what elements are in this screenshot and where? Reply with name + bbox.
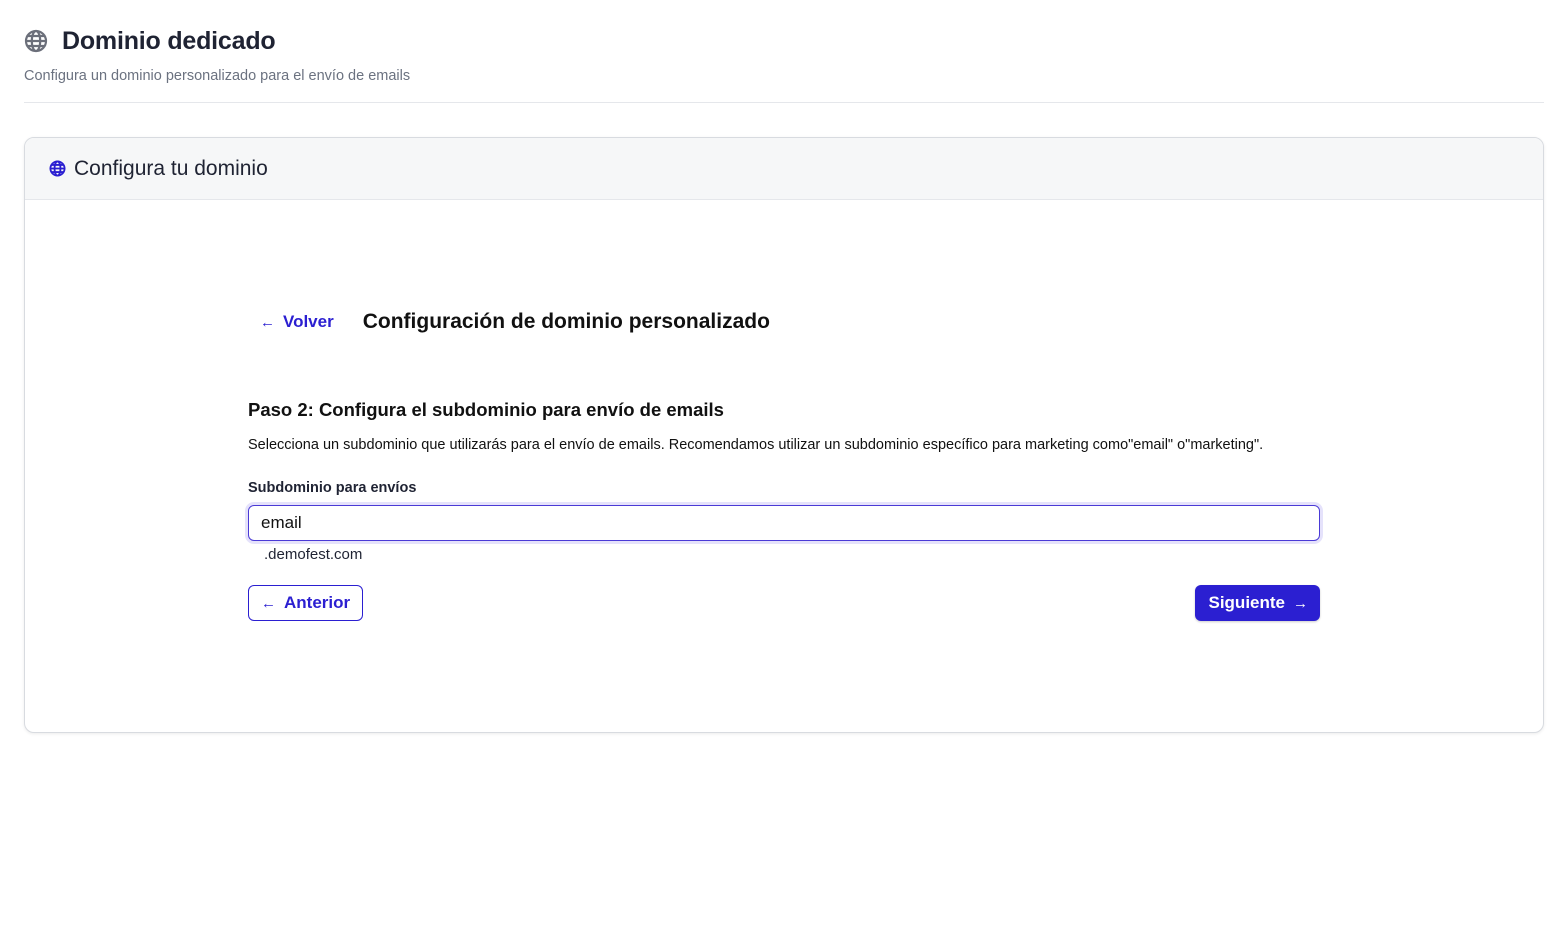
previous-button[interactable]: ← Anterior (248, 585, 364, 621)
subdomain-input-value: email (261, 513, 302, 532)
step-title: Paso 2: Configura el subdominio para env… (248, 399, 724, 420)
title-row: Dominio dedicado (24, 26, 1544, 56)
globe-icon (49, 160, 66, 177)
next-button[interactable]: Siguiente → (1195, 585, 1320, 621)
previous-label: Anterior (284, 593, 351, 612)
arrow-right-icon: → (1293, 594, 1308, 612)
wizard-body: ← Volver Configuración de dominio person… (248, 308, 1321, 621)
page-subtitle: Configura un dominio personalizado para … (24, 68, 411, 84)
card-title: Configura tu dominio (74, 156, 268, 180)
page: Dominio dedicado Configura un dominio pe… (0, 0, 1568, 935)
wizard-nav: ← Anterior Siguiente → (248, 585, 1320, 621)
domain-config-card: Configura tu dominio ← Volver Configurac… (24, 137, 1544, 733)
page-header: Dominio dedicado Configura un dominio pe… (24, 0, 1544, 103)
next-label: Siguiente (1208, 593, 1285, 612)
domain-suffix: .demofest.com (264, 546, 363, 563)
step-description: Selecciona un subdominio que utilizarás … (248, 437, 1264, 453)
page-title: Dominio dedicado (62, 26, 276, 55)
subdomain-label: Subdominio para envíos (248, 480, 417, 496)
globe-icon (24, 29, 48, 53)
back-label: Volver (283, 312, 334, 331)
section-title: Configuración de dominio personalizado (362, 310, 770, 333)
wizard-top-row: ← Volver Configuración de dominio person… (248, 308, 1321, 336)
arrow-left-icon: ← (260, 313, 275, 331)
subdomain-input[interactable]: email (248, 505, 1320, 541)
arrow-left-icon: ← (261, 594, 276, 612)
back-button[interactable]: ← Volver (260, 312, 334, 332)
header-divider (24, 102, 1544, 103)
card-header: Configura tu dominio (25, 138, 1543, 200)
